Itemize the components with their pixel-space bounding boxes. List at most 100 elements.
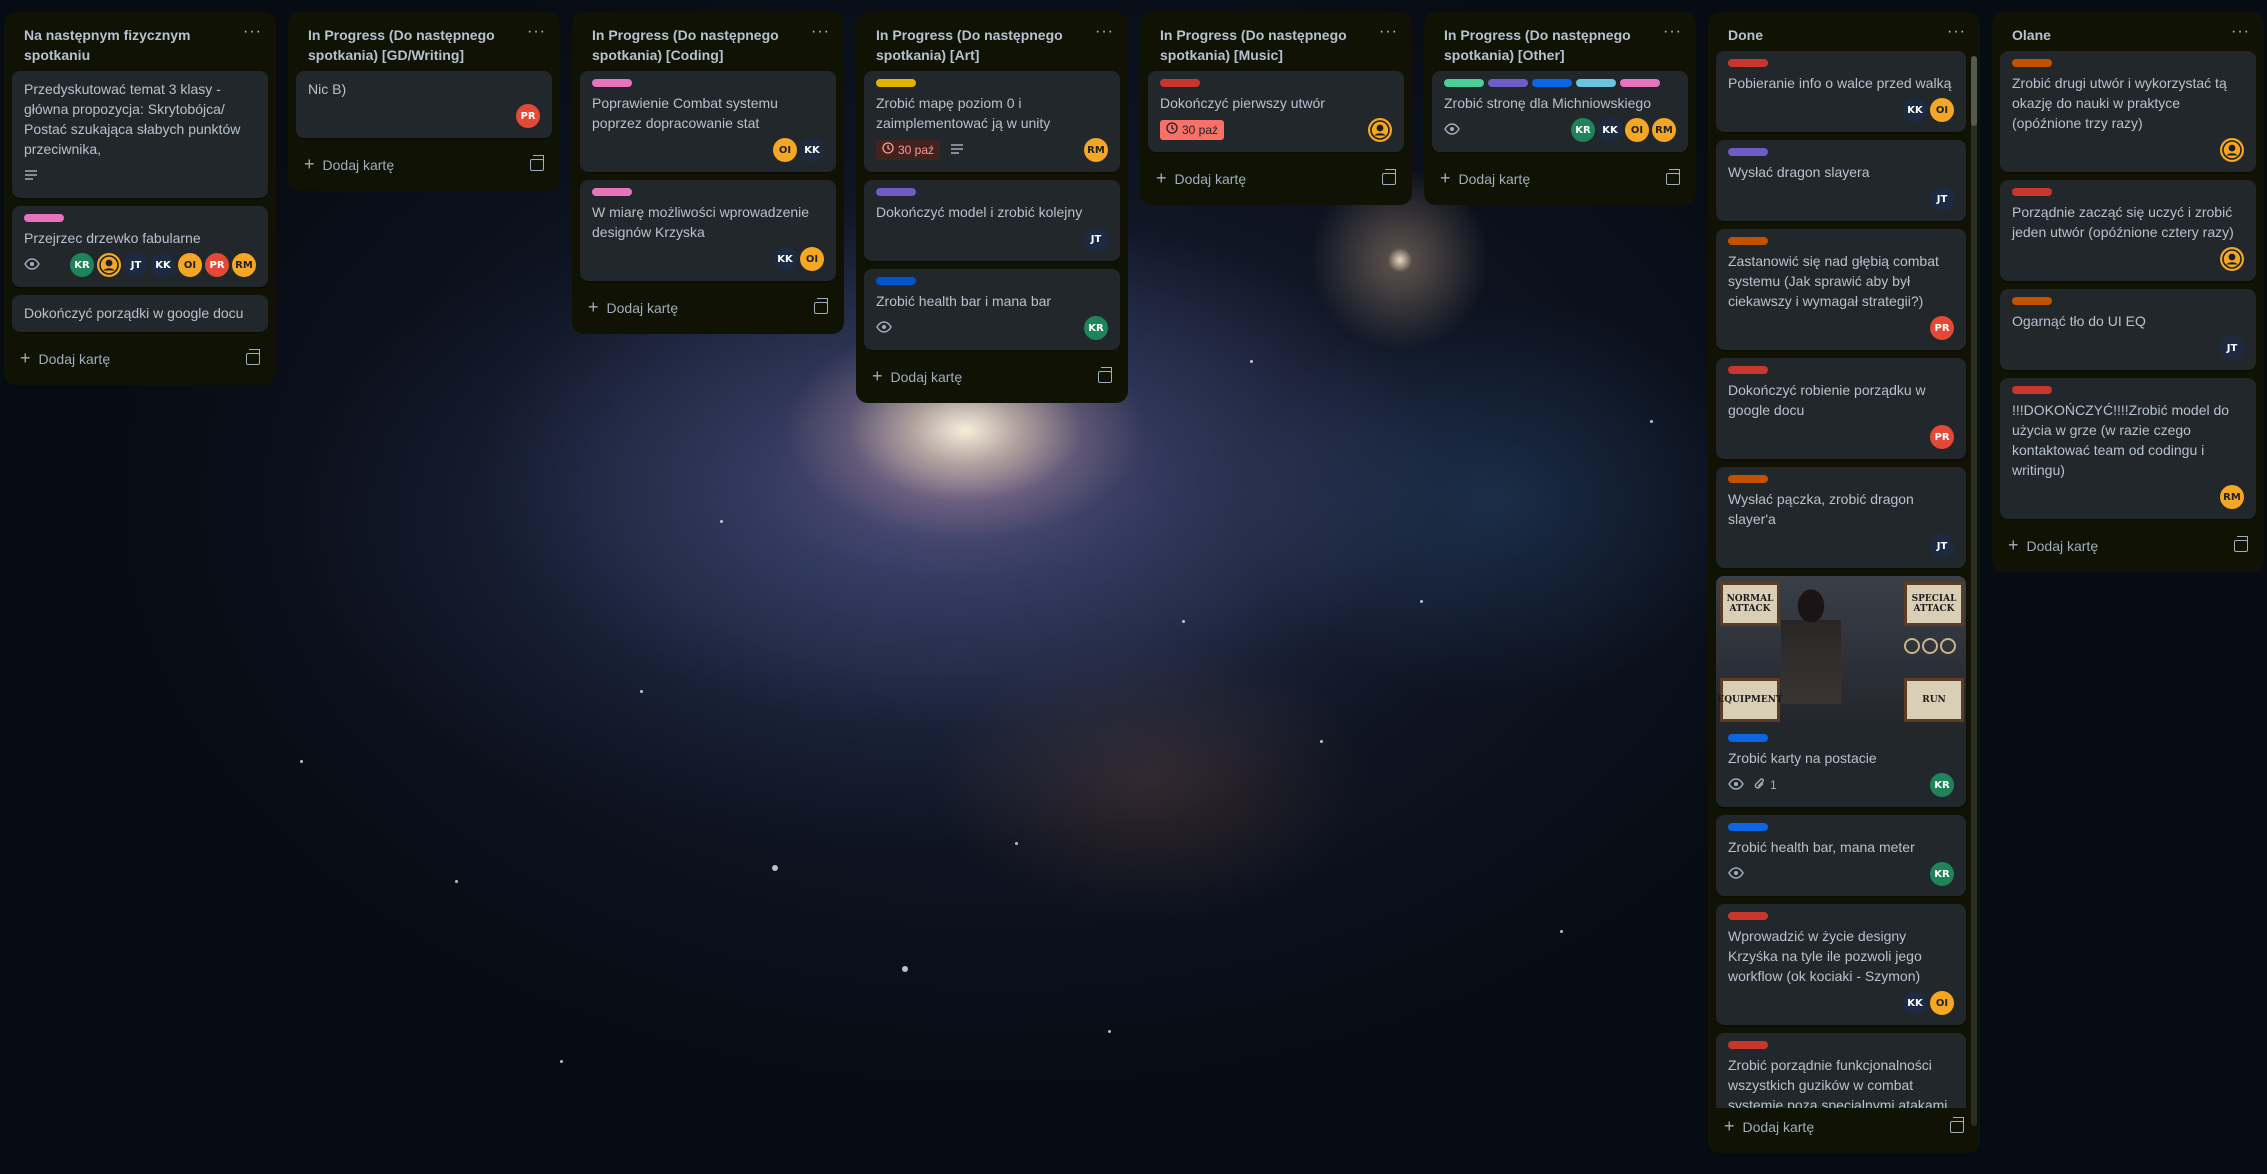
card-label[interactable] [2012,386,2052,394]
add-card-button[interactable]: + Dodaj kartę [288,146,560,183]
member-avatar-rm[interactable]: RM [2220,485,2244,509]
create-from-template-icon[interactable] [1382,168,1396,185]
member-avatar-kr[interactable]: KR [1084,316,1108,340]
card-label[interactable] [2012,297,2052,305]
member-avatar-person[interactable] [97,253,121,277]
card-label[interactable] [1728,734,1768,742]
list-title[interactable]: In Progress (Do następnego spotkania) [M… [1160,25,1370,65]
member-avatar-kk[interactable]: KK [1903,991,1927,1015]
list-menu-icon[interactable]: ··· [243,24,262,40]
card[interactable]: !!!DOKOŃCZYĆ!!!!Zrobić model do użycia w… [2000,378,2256,519]
card[interactable]: W miarę możliwości wprowadzenie designów… [580,180,836,281]
card-label[interactable] [592,188,632,196]
member-avatar-oi[interactable]: OI [773,138,797,162]
member-avatar-pr[interactable]: PR [205,253,229,277]
member-avatar-kk[interactable]: KK [800,138,824,162]
card-label[interactable] [1576,79,1616,87]
member-avatar-person[interactable] [2220,138,2244,162]
card-label[interactable] [876,277,916,285]
card[interactable]: Przejrzec drzewko fabularne KR JT KK OI PR RM [12,206,268,287]
list-title[interactable]: In Progress (Do następnego spotkania) [G… [308,25,518,65]
member-avatar-kr[interactable]: KR [70,253,94,277]
member-avatar-kk[interactable]: KK [773,247,797,271]
card[interactable]: Ogarnąć tło do UI EQ JT [2000,289,2256,370]
create-from-template-icon[interactable] [2234,535,2248,552]
create-from-template-icon[interactable] [530,154,544,171]
card-label[interactable] [2012,188,2052,196]
card-label[interactable] [1728,823,1768,831]
card-label[interactable] [1728,475,1768,483]
card[interactable]: Dokończyć porządki w google docu [12,295,268,332]
member-avatar-kr[interactable]: KR [1930,862,1954,886]
member-avatar-oi[interactable]: OI [1930,991,1954,1015]
card[interactable]: Poprawienie Combat systemu poprzez dopra… [580,71,836,172]
card[interactable]: Dokończyć model i zrobić kolejny JT [864,180,1120,261]
list-menu-icon[interactable]: ··· [1947,24,1966,40]
card[interactable]: Zrobić health bar i mana bar KR [864,269,1120,350]
add-card-button[interactable]: + Dodaj kartę [572,289,844,326]
list-menu-icon[interactable]: ··· [2231,24,2250,40]
card-label[interactable] [1728,912,1768,920]
member-avatar-jt[interactable]: JT [1930,187,1954,211]
add-card-button[interactable]: + Dodaj kartę [1992,527,2264,564]
card[interactable]: Zrobić drugi utwór i wykorzystać tą okaz… [2000,51,2256,172]
list-scrollbar[interactable] [1971,56,1977,1126]
card[interactable]: Wysłać dragon slayera JT [1716,140,1966,221]
list-title[interactable]: In Progress (Do następnego spotkania) [O… [1444,25,1654,65]
member-avatar-oi[interactable]: OI [800,247,824,271]
due-date-badge[interactable]: 30 paź [876,140,941,160]
card[interactable]: Przedyskutować temat 3 klasy - główna pr… [12,71,268,198]
list-menu-icon[interactable]: ··· [527,24,546,40]
card-label[interactable] [1532,79,1572,87]
card-label[interactable] [1444,79,1484,87]
create-from-template-icon[interactable] [1666,168,1680,185]
add-card-button[interactable]: + Dodaj kartę [856,358,1128,395]
card[interactable]: Zrobić stronę dla Michniowskiego KR KK OI RM [1432,71,1688,152]
card[interactable]: Porządnie zacząć się uczyć i zrobić jede… [2000,180,2256,281]
card[interactable]: Nic B) PR [296,71,552,138]
member-avatar-rm[interactable]: RM [232,253,256,277]
add-card-button[interactable]: + Dodaj kartę [1708,1108,1980,1145]
scrollbar-thumb[interactable] [1971,56,1977,126]
card-label[interactable] [1728,366,1768,374]
member-avatar-kr[interactable]: KR [1571,118,1595,142]
card[interactable]: NORMAL ATTACK SPECIAL ATTACK EQUIPMENT RUN Z… [1716,576,1966,807]
list-menu-icon[interactable]: ··· [1095,24,1114,40]
list-title[interactable]: In Progress (Do następnego spotkania) [C… [592,25,802,65]
add-card-button[interactable]: + Dodaj kartę [4,340,276,377]
card[interactable]: Dokończyć pierwszy utwór 30 paź [1148,71,1404,152]
card-label[interactable] [24,214,64,222]
list-menu-icon[interactable]: ··· [1379,24,1398,40]
member-avatar-jt[interactable]: JT [1084,227,1108,251]
list-title[interactable]: Olane [2012,25,2222,45]
member-avatar-oi[interactable]: OI [1625,118,1649,142]
member-avatar-kk[interactable]: KK [1903,98,1927,122]
card-label[interactable] [1728,1041,1768,1049]
member-avatar-pr[interactable]: PR [1930,425,1954,449]
card[interactable]: Zrobić porządnie funkcjonalności wszystk… [1716,1033,1966,1108]
card[interactable]: Zrobić mapę poziom 0 i zaimplementować j… [864,71,1120,172]
create-from-template-icon[interactable] [246,348,260,365]
card-label[interactable] [1488,79,1528,87]
member-avatar-person[interactable] [2220,247,2244,271]
list-title[interactable]: Done [1728,25,1938,45]
member-avatar-oi[interactable]: OI [1930,98,1954,122]
card[interactable]: Pobieranie info o walce przed walką KK OI [1716,51,1966,132]
card[interactable]: Zrobić health bar, mana meter KR [1716,815,1966,896]
card[interactable]: Dokończyć robienie porządku w google doc… [1716,358,1966,459]
list-title[interactable]: Na następnym fizycznym spotkaniu [24,25,234,65]
card-label[interactable] [2012,59,2052,67]
member-avatar-jt[interactable]: JT [2220,336,2244,360]
list-title[interactable]: In Progress (Do następnego spotkania) [A… [876,25,1086,65]
card-label[interactable] [1728,59,1768,67]
card-label[interactable] [1728,148,1768,156]
list-menu-icon[interactable]: ··· [811,24,830,40]
member-avatar-jt[interactable]: JT [124,253,148,277]
card[interactable]: Wprowadzić w życie designy Krzyśka na ty… [1716,904,1966,1025]
create-from-template-icon[interactable] [1098,366,1112,383]
add-card-button[interactable]: + Dodaj kartę [1424,160,1696,197]
member-avatar-pr[interactable]: PR [1930,316,1954,340]
member-avatar-rm[interactable]: RM [1652,118,1676,142]
card-label[interactable] [592,79,632,87]
due-date-badge[interactable]: 30 paź [1160,120,1225,140]
